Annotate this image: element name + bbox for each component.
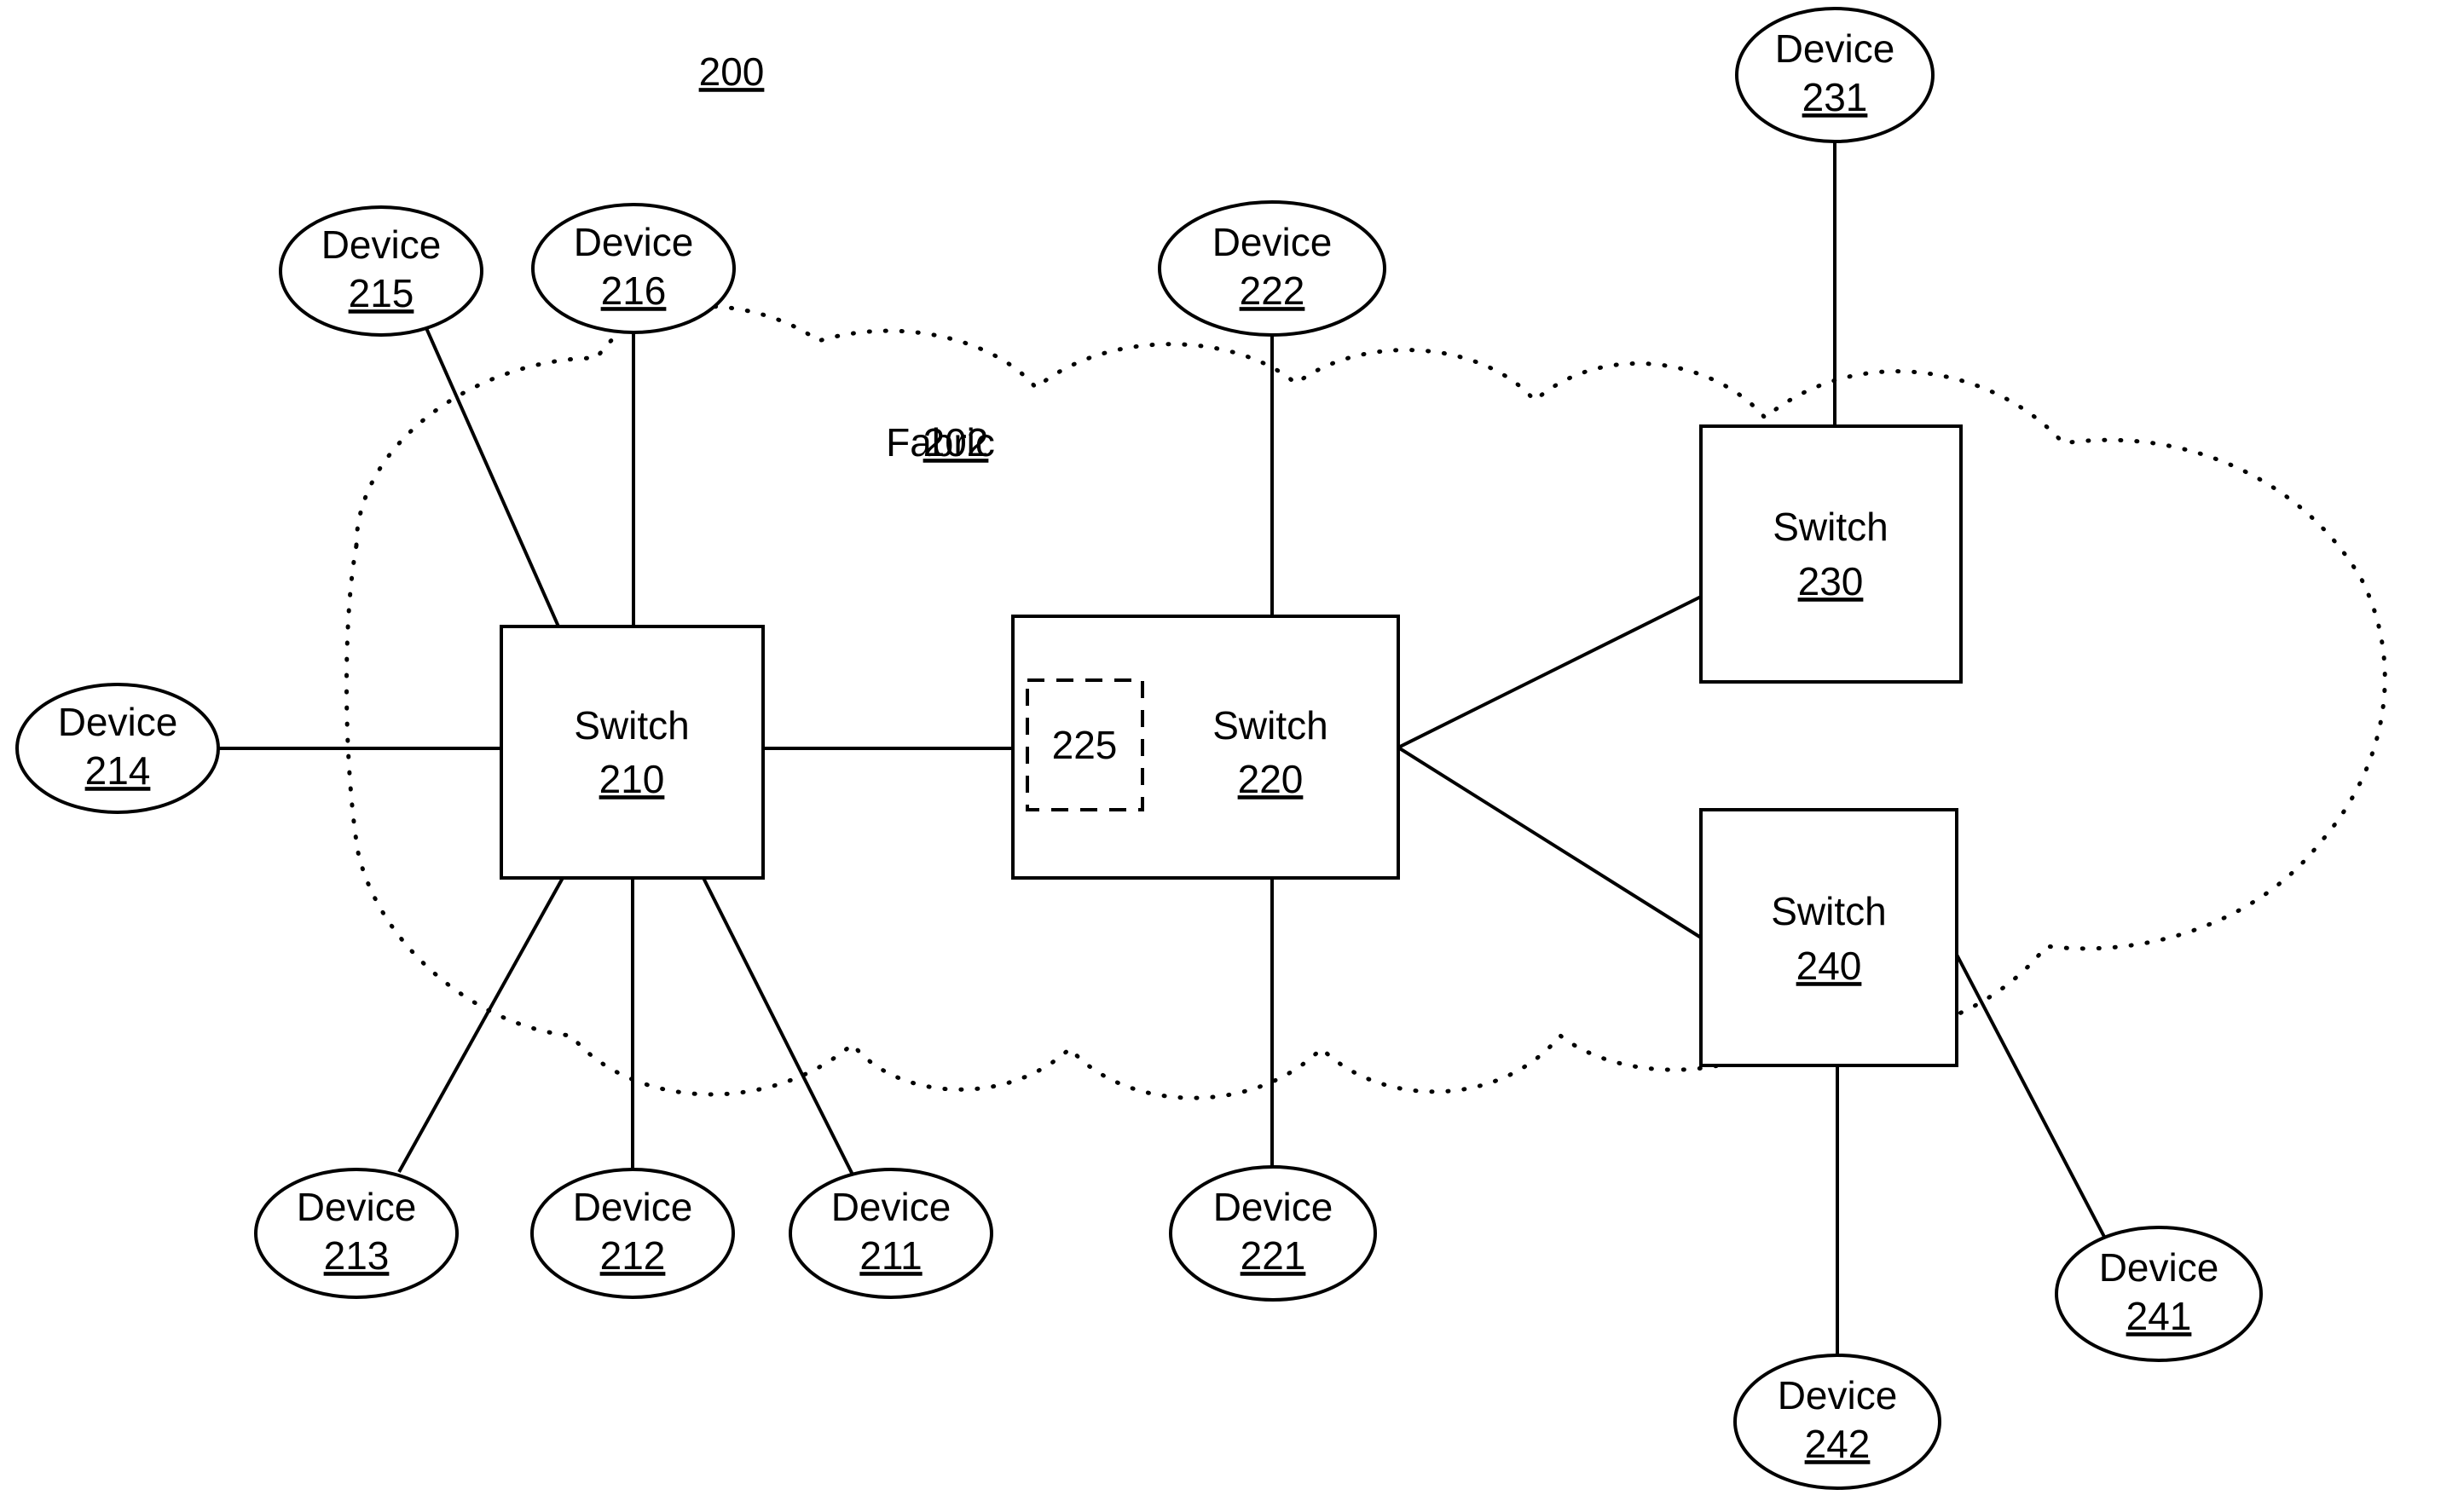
link-220-230 xyxy=(1397,595,1702,749)
device-222[interactable]: Device 222 xyxy=(1158,200,1386,337)
switch-230-label: Switch xyxy=(1773,505,1888,549)
device-241-label: Device xyxy=(2099,1245,2219,1290)
device-215-number: 215 xyxy=(349,271,414,315)
device-242-number: 242 xyxy=(1805,1422,1871,1466)
device-216-label: Device xyxy=(574,220,694,264)
device-212-label: Device xyxy=(573,1185,693,1229)
switch-230-box[interactable] xyxy=(1699,424,1963,684)
switch-240-number: 240 xyxy=(1796,944,1862,988)
device-211-label: Device xyxy=(831,1185,951,1229)
switch-220[interactable]: 225 Switch 220 xyxy=(1011,615,1400,880)
device-213-label: Device xyxy=(297,1185,417,1229)
network-fabric-diagram: Switch 210 225 Switch 220 Switch 230 Swi… xyxy=(15,7,2387,1490)
figure-number: 200 xyxy=(699,49,765,94)
diagram-canvas: Switch 210 225 Switch 220 Switch 230 Swi… xyxy=(0,0,2464,1501)
device-241[interactable]: Device 241 xyxy=(2055,1226,2263,1362)
device-216-number: 216 xyxy=(601,268,667,313)
device-231[interactable]: Device 231 xyxy=(1735,7,1935,143)
device-214[interactable]: Device 214 xyxy=(15,683,220,814)
switch-240-box[interactable] xyxy=(1699,808,1958,1067)
device-214-label: Device xyxy=(58,700,178,744)
switch-240-label: Switch xyxy=(1771,889,1886,933)
switch-240[interactable]: Switch 240 xyxy=(1699,808,1958,1067)
device-211-number: 211 xyxy=(859,1233,922,1278)
link-211-210 xyxy=(702,877,854,1175)
switch-230-number: 230 xyxy=(1798,559,1864,603)
switch-210-number: 210 xyxy=(599,757,665,801)
switch-210-label: Switch xyxy=(574,703,689,748)
element-225-number: 225 xyxy=(1052,723,1118,767)
switch-210-box[interactable] xyxy=(500,625,765,880)
device-221-label: Device xyxy=(1213,1185,1333,1229)
link-215-210 xyxy=(425,327,560,627)
link-213-210 xyxy=(397,877,564,1173)
device-222-label: Device xyxy=(1212,220,1333,264)
device-214-number: 214 xyxy=(85,748,151,793)
switch-220-number: 220 xyxy=(1238,757,1304,801)
fabric-label-number: 202 xyxy=(923,420,989,465)
device-216[interactable]: Device 216 xyxy=(531,203,736,334)
switch-210[interactable]: Switch 210 xyxy=(500,625,765,880)
device-211[interactable]: Device 211 xyxy=(789,1168,993,1299)
device-213[interactable]: Device 213 xyxy=(254,1168,459,1299)
device-231-number: 231 xyxy=(1802,75,1868,119)
fabric-label: Fabric 202 xyxy=(886,420,995,465)
device-222-number: 222 xyxy=(1240,268,1305,313)
device-212-number: 212 xyxy=(600,1233,666,1278)
link-241-240 xyxy=(1955,954,2114,1254)
device-215[interactable]: Device 215 xyxy=(279,205,483,337)
device-241-number: 241 xyxy=(2126,1294,2192,1338)
switch-220-label: Switch xyxy=(1212,703,1327,748)
device-215-label: Device xyxy=(321,222,442,267)
device-221[interactable]: Device 221 xyxy=(1169,1165,1377,1302)
device-242-label: Device xyxy=(1778,1373,1898,1417)
link-220-240 xyxy=(1397,746,1703,939)
device-242[interactable]: Device 242 xyxy=(1733,1354,1941,1490)
device-231-label: Device xyxy=(1775,26,1895,71)
device-221-number: 221 xyxy=(1241,1233,1306,1278)
switch-230[interactable]: Switch 230 xyxy=(1699,424,1963,684)
device-212[interactable]: Device 212 xyxy=(530,1168,735,1299)
device-213-number: 213 xyxy=(324,1233,390,1278)
